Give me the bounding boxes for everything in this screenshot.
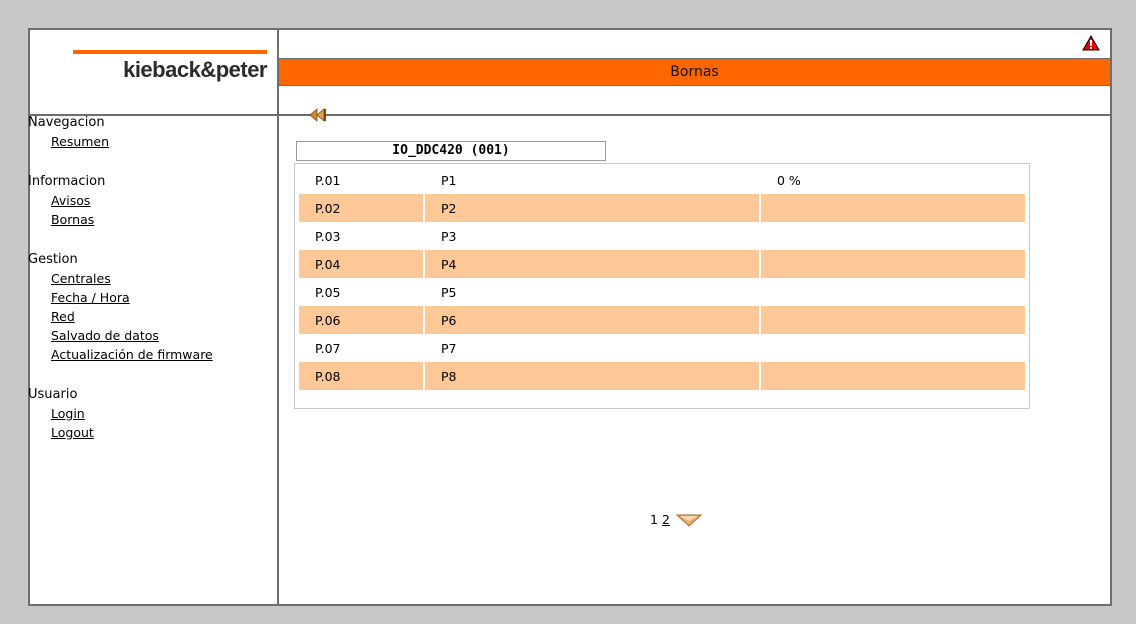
device-title: IO_DDC420 (001) — [296, 141, 606, 161]
table-row: P.03 P3 — [299, 222, 1025, 250]
nav-link-red[interactable]: Red — [51, 307, 243, 327]
nav-group-navegacion: Navegacion Resumen — [28, 114, 243, 152]
row-value — [761, 194, 1025, 222]
rewind-back-icon[interactable] — [309, 108, 327, 122]
nav-link-bornas[interactable]: Bornas — [51, 210, 243, 230]
nav-group-title: Gestion — [28, 252, 78, 267]
table-row: P.04 P4 — [299, 250, 1025, 278]
terminals-table: P.01 P1 0 % P.02 P2 P.03 P3 P.04 P4 P.05 — [294, 163, 1030, 409]
row-value — [761, 222, 1025, 250]
row-name: P7 — [441, 340, 457, 356]
row-value — [761, 278, 1025, 306]
row-name: P4 — [425, 250, 759, 278]
page-current: 1 — [650, 512, 658, 527]
row-value — [761, 334, 1025, 362]
nav-link-login[interactable]: Login — [51, 404, 243, 424]
row-name: P1 — [441, 172, 457, 188]
page-link-2[interactable]: 2 — [662, 512, 670, 528]
nav-group-gestion: Gestion Centrales Fecha / Hora Red Salva… — [28, 251, 243, 365]
nav-link-logout[interactable]: Logout — [51, 423, 243, 443]
nav-group-usuario: Usuario Login Logout — [28, 386, 243, 443]
chevron-down-icon[interactable] — [675, 513, 702, 527]
nav-link-avisos[interactable]: Avisos — [51, 191, 243, 211]
nav-link-resumen[interactable]: Resumen — [51, 132, 243, 152]
row-id: P.04 — [299, 250, 423, 278]
row-id: P.07 — [315, 340, 341, 356]
nav-link-fecha-hora[interactable]: Fecha / Hora — [51, 288, 243, 308]
row-name: P2 — [425, 194, 759, 222]
row-id: P.01 — [315, 172, 341, 188]
row-id: P.06 — [299, 306, 423, 334]
logo-accent-bar — [73, 50, 267, 54]
row-value: 0 % — [777, 172, 801, 188]
row-name: P5 — [441, 284, 457, 300]
table-row: P.08 P8 — [299, 362, 1025, 390]
sidebar-nav: Navegacion Resumen Informacion Avisos Bo… — [28, 114, 243, 464]
nav-group-title: Navegacion — [28, 115, 105, 130]
table-row: P.07 P7 — [299, 334, 1025, 362]
row-id: P.02 — [299, 194, 423, 222]
nav-group-title: Informacion — [28, 174, 106, 189]
warning-triangle-icon[interactable] — [1082, 35, 1100, 51]
nav-group-informacion: Informacion Avisos Bornas — [28, 173, 243, 230]
row-name: P6 — [425, 306, 759, 334]
row-value — [761, 306, 1025, 334]
nav-link-salvado-datos[interactable]: Salvado de datos — [51, 326, 243, 346]
row-name: P8 — [425, 362, 759, 390]
table-row: P.06 P6 — [299, 306, 1025, 334]
pagination: 1 2 — [650, 512, 702, 528]
table-row: P.02 P2 — [299, 194, 1025, 222]
table-row: P.01 P1 0 % — [299, 166, 1025, 194]
logo: kieback&peter — [123, 57, 267, 82]
row-id: P.05 — [315, 284, 341, 300]
row-value — [761, 250, 1025, 278]
nav-link-centrales[interactable]: Centrales — [51, 269, 243, 289]
nav-group-title: Usuario — [28, 387, 78, 402]
page-title: Bornas — [279, 58, 1110, 86]
sidebar-divider — [277, 30, 279, 604]
nav-link-firmware[interactable]: Actualización de firmware — [51, 345, 243, 365]
table-row: P.05 P5 — [299, 278, 1025, 306]
row-value — [761, 362, 1025, 390]
row-name: P3 — [441, 228, 457, 244]
row-id: P.08 — [299, 362, 423, 390]
row-id: P.03 — [315, 228, 341, 244]
